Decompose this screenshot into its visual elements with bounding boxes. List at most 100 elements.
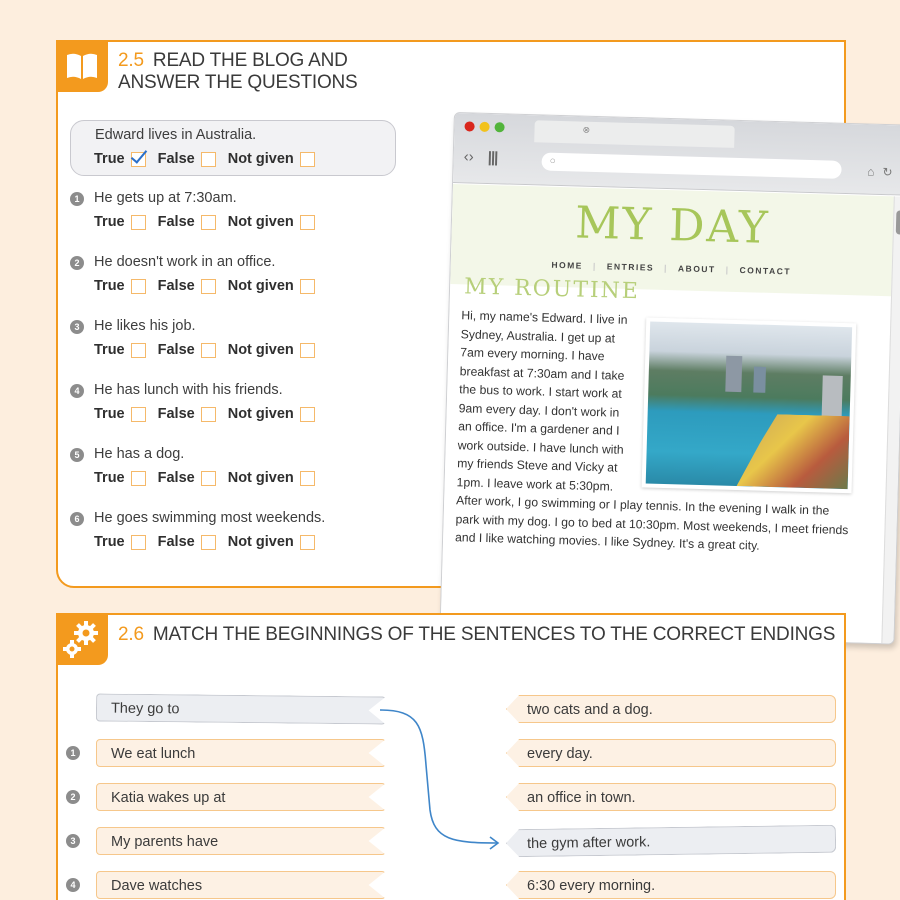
post-title: MY ROUTINE bbox=[463, 274, 641, 305]
beginning-item[interactable]: Katia wakes up at bbox=[96, 783, 386, 811]
checkbox-true[interactable] bbox=[130, 406, 146, 422]
back-forward-icon[interactable]: ‹› bbox=[464, 148, 474, 165]
checkbox-not-given[interactable] bbox=[299, 151, 315, 167]
site-nav-home[interactable]: HOME bbox=[551, 260, 583, 271]
photo-building bbox=[725, 356, 743, 393]
home-icon[interactable]: ⌂ bbox=[867, 165, 875, 179]
choice-label: Not given bbox=[227, 278, 294, 294]
checkbox-not-given[interactable] bbox=[299, 534, 315, 550]
choice-label: Not given bbox=[227, 534, 294, 550]
nav-separator: | bbox=[663, 262, 669, 274]
choice-label: True bbox=[94, 534, 125, 550]
window-controls bbox=[464, 121, 505, 133]
checkbox-true[interactable] bbox=[130, 214, 146, 230]
choice-label: Not given bbox=[227, 406, 294, 422]
checkbox-true[interactable] bbox=[130, 534, 146, 550]
checkbox-true[interactable] bbox=[130, 470, 146, 486]
beginning-item[interactable]: My parents have bbox=[96, 827, 386, 855]
match-line bbox=[379, 709, 499, 844]
checkbox-false[interactable] bbox=[200, 278, 216, 294]
ending-example[interactable]: the gym after work. bbox=[506, 825, 836, 858]
minimize-window-button[interactable] bbox=[479, 121, 490, 132]
ending-item[interactable]: 6:30 every morning. bbox=[506, 871, 836, 899]
gears-icon bbox=[63, 621, 98, 658]
scrollbar-thumb[interactable] bbox=[895, 210, 900, 235]
choice-not-given: Not given bbox=[228, 214, 315, 230]
exercise-badge bbox=[56, 40, 108, 92]
checkbox-not-given[interactable] bbox=[299, 470, 315, 486]
checkbox-false[interactable] bbox=[200, 151, 216, 167]
ending-item[interactable]: every day. bbox=[506, 739, 836, 767]
checkbox-true[interactable] bbox=[130, 278, 146, 294]
answer-choices: True False Not given bbox=[94, 214, 327, 230]
choice-not-given: Not given bbox=[228, 534, 315, 550]
choice-label: True bbox=[94, 342, 125, 358]
exercise-title: MATCH THE BEGINNINGS OF THE SENTENCES TO… bbox=[152, 624, 836, 645]
checkbox-false[interactable] bbox=[200, 406, 216, 422]
checkbox-not-given[interactable] bbox=[299, 278, 315, 294]
exercise-heading: 2.6 MATCH THE BEGINNINGS OF THE SENTENCE… bbox=[118, 624, 838, 646]
choice-label: False bbox=[157, 214, 195, 230]
exercise-badge bbox=[56, 613, 108, 665]
sydney-photo bbox=[641, 317, 857, 494]
beginning-item[interactable]: Dave watches bbox=[96, 871, 386, 899]
choice-not-given: Not given bbox=[228, 406, 315, 422]
reload-icon[interactable]: ↻ bbox=[882, 165, 892, 179]
choice-true: True bbox=[94, 470, 146, 486]
ending-item[interactable]: two cats and a dog. bbox=[506, 695, 836, 723]
checkbox-true[interactable] bbox=[130, 342, 146, 358]
photo-image bbox=[645, 321, 853, 490]
question-number: 6 bbox=[70, 512, 84, 526]
checkbox-false[interactable] bbox=[200, 534, 216, 550]
close-window-button[interactable] bbox=[464, 121, 475, 132]
checkbox-not-given[interactable] bbox=[299, 342, 315, 358]
exercise-title: READ THE BLOG AND ANSWER THE QUESTIONS bbox=[118, 50, 358, 93]
browser-tab[interactable] bbox=[534, 120, 735, 148]
arrow-head bbox=[489, 836, 500, 850]
bookmarks-icon[interactable]: ||| bbox=[488, 149, 498, 166]
site-nav-entries[interactable]: ENTRIES bbox=[607, 261, 655, 272]
tab-close-icon[interactable]: ⊗ bbox=[582, 125, 590, 136]
beginning-example[interactable]: They go to bbox=[96, 693, 386, 724]
choice-false: False bbox=[158, 214, 216, 230]
checkbox-false[interactable] bbox=[200, 470, 216, 486]
checkbox-false[interactable] bbox=[200, 214, 216, 230]
photo-building bbox=[753, 366, 767, 393]
photo-pier bbox=[737, 413, 850, 489]
site-nav-about[interactable]: ABOUT bbox=[678, 263, 716, 274]
checkbox-false[interactable] bbox=[200, 342, 216, 358]
choice-false: False bbox=[158, 342, 216, 358]
question-item: 2 He doesn't work in an office. True False N… bbox=[58, 254, 398, 314]
question-item: 4 He has lunch with his friends. True False… bbox=[58, 382, 398, 442]
maximize-window-button[interactable] bbox=[494, 122, 505, 133]
checkbox-true-checked[interactable] bbox=[130, 151, 146, 167]
choice-label: True bbox=[94, 470, 125, 486]
choice-label: False bbox=[157, 406, 195, 422]
choice-not-given: Not given bbox=[228, 342, 315, 358]
answer-choices: True False Not given bbox=[94, 470, 327, 486]
nav-separator: | bbox=[592, 260, 597, 272]
nav-controls: ‹› ||| bbox=[464, 148, 498, 166]
item-number: 2 bbox=[66, 790, 80, 804]
exercise-2-6-panel: 2.6 MATCH THE BEGINNINGS OF THE SENTENCE… bbox=[56, 613, 846, 900]
exercise-number: 2.5 bbox=[118, 50, 144, 71]
question-number: 5 bbox=[70, 448, 84, 462]
question-statement: He likes his job. bbox=[94, 318, 196, 334]
question-item: 3 He likes his job. True False Not given bbox=[58, 318, 398, 378]
item-number: 4 bbox=[66, 878, 80, 892]
site-nav-contact[interactable]: CONTACT bbox=[739, 265, 791, 276]
ending-item[interactable]: an office in town. bbox=[506, 783, 836, 811]
choice-true: True bbox=[94, 342, 146, 358]
question-number: 1 bbox=[70, 192, 84, 206]
exercise-2-5-panel: 2.5 READ THE BLOG AND ANSWER THE QUESTIO… bbox=[56, 40, 900, 645]
address-bar[interactable]: ○ bbox=[541, 152, 842, 179]
browser-toolbar: ⊗ ‹› ||| ○ ⌂ ↻ bbox=[453, 113, 900, 196]
question-item: 5 He has a dog. True False Not given bbox=[58, 446, 398, 506]
question-statement: He has a dog. bbox=[94, 446, 185, 462]
exercise-heading: 2.5 READ THE BLOG AND ANSWER THE QUESTIO… bbox=[118, 50, 418, 94]
beginning-item[interactable]: We eat lunch bbox=[96, 739, 386, 767]
checkbox-not-given[interactable] bbox=[299, 214, 315, 230]
question-statement: He doesn't work in an office. bbox=[94, 254, 276, 270]
checkbox-not-given[interactable] bbox=[299, 406, 315, 422]
choice-label: False bbox=[157, 278, 195, 294]
